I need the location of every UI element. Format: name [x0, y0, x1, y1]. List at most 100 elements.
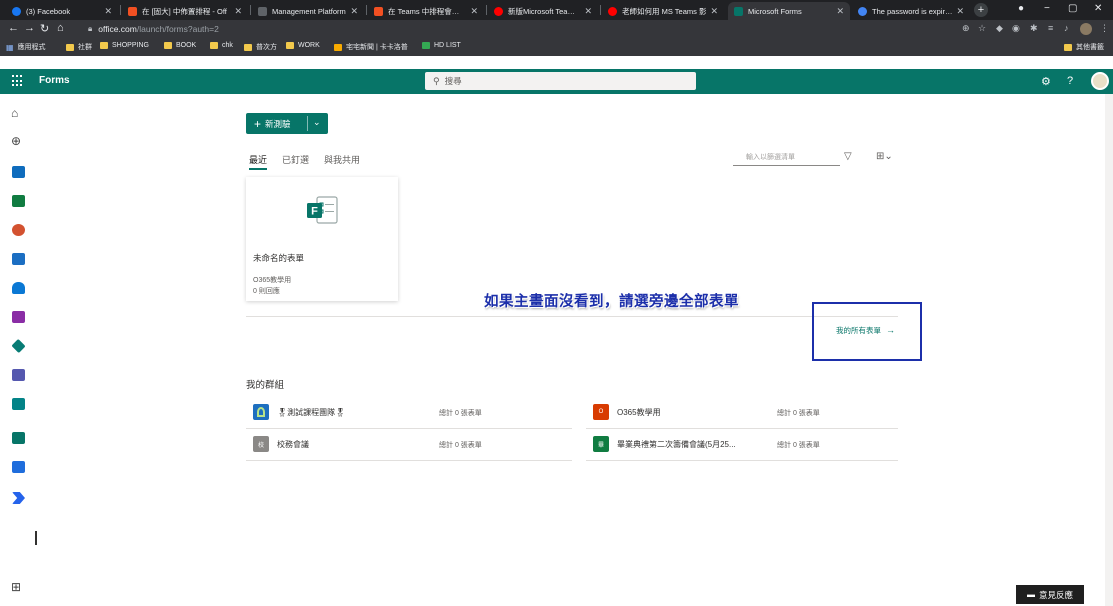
google-favicon-icon — [858, 6, 867, 16]
all-apps-icon[interactable]: ⊞ — [11, 580, 21, 594]
folder-icon — [286, 42, 294, 49]
form-response-count: 0 則回應 — [253, 288, 280, 295]
onenote-icon[interactable] — [12, 311, 25, 323]
bookmark-folder[interactable]: chk — [210, 42, 233, 49]
bookmark-star-icon[interactable]: ☆ — [978, 23, 986, 34]
lock-icon: 🔒︎ — [88, 24, 93, 33]
address-bar: ← → ↻ ⌂ 🔒︎ office.com/launch/forms?auth=… — [0, 20, 1113, 38]
reading-list-icon[interactable]: ≡ — [1048, 23, 1053, 33]
close-icon[interactable]: ✕ — [234, 6, 242, 17]
profile-avatar[interactable] — [1080, 23, 1092, 35]
filter-input[interactable]: 輸入以篩選清單 — [733, 151, 840, 166]
form-thumbnail: F — [246, 177, 398, 241]
group-row[interactable]: 🎖測試課程團隊🎖 總計 0 張表單 — [246, 397, 572, 429]
arrow-right-icon: → — [886, 325, 895, 335]
extension-icon[interactable]: ◉ — [1012, 23, 1020, 34]
tab-shared-with-me[interactable]: 與我共用 — [324, 153, 360, 166]
extensions-puzzle-icon[interactable]: ✱ — [1030, 23, 1038, 34]
office-icon[interactable] — [12, 224, 25, 236]
app-name[interactable]: Forms — [39, 75, 70, 86]
excel-icon[interactable] — [12, 195, 25, 207]
group-row[interactable]: 畢 畢業典禮第二次籌備會議(5月25... 總計 0 張表單 — [586, 429, 898, 461]
outlook-icon[interactable] — [12, 166, 25, 178]
folder-icon — [100, 42, 108, 49]
power-automate-icon[interactable] — [12, 492, 25, 504]
sharepoint-icon[interactable] — [12, 398, 25, 410]
my-groups-heading: 我的群組 — [246, 380, 285, 391]
tab-pinned[interactable]: 已釘選 — [282, 153, 309, 166]
extension-icon[interactable]: ◆ — [996, 23, 1003, 34]
browser-tab-active[interactable]: Microsoft Forms ✕ — [728, 2, 850, 20]
home-icon[interactable]: ⌂ — [11, 106, 18, 120]
page-scrollbar[interactable] — [1105, 94, 1113, 606]
site-icon — [334, 43, 342, 51]
forms-favicon-icon — [734, 6, 743, 16]
teams-icon[interactable] — [12, 369, 25, 381]
new-tab-button[interactable]: + — [974, 3, 988, 17]
close-icon[interactable]: ✕ — [836, 6, 844, 17]
feedback-button[interactable]: ▬ 意見反應 — [1016, 585, 1084, 604]
bookmark-link[interactable]: HD LIST — [422, 42, 461, 49]
close-icon[interactable]: ✕ — [584, 6, 592, 17]
button-divider — [307, 116, 308, 131]
form-card[interactable]: F 未命名的表單 O365教學用 0 則回應 — [246, 177, 398, 301]
bookmark-other-folder[interactable]: 其他書籤 — [1064, 42, 1104, 52]
group-row[interactable]: O O365教學用 總計 0 張表單 — [586, 397, 898, 429]
feedback-label: 意見反應 — [1038, 589, 1073, 600]
browser-tab[interactable]: 在 Teams 中排程會議 - Of ✕ — [368, 2, 484, 20]
close-icon[interactable]: ✕ — [470, 6, 478, 17]
word-icon[interactable] — [12, 253, 25, 265]
search-input[interactable]: ⚲ 搜尋 — [425, 72, 696, 90]
install-app-icon[interactable]: ⊕ — [962, 23, 970, 34]
forward-icon[interactable]: → — [24, 22, 35, 34]
maximize-icon[interactable]: ▢ — [1068, 3, 1077, 14]
onedrive-icon[interactable] — [12, 282, 25, 294]
close-icon[interactable]: ✕ — [104, 6, 112, 17]
app-launcher-waffle-icon[interactable] — [12, 75, 24, 87]
bookmark-folder[interactable]: WORK — [286, 42, 320, 49]
chevron-down-icon[interactable]: ⌄ — [313, 117, 321, 128]
browser-tab[interactable]: 老師如何用 MS Teams 影 ✕ — [602, 2, 724, 20]
create-icon[interactable]: ⊕ — [11, 134, 21, 148]
bookmark-link[interactable]: 宅宅新聞 | 卡卡洛普 — [334, 42, 408, 52]
folder-icon — [164, 42, 172, 49]
bookmark-folder[interactable]: BOOK — [164, 42, 196, 49]
browser-tab[interactable]: Management Platform ✕ — [252, 2, 364, 20]
settings-gear-icon[interactable]: ⚙ — [1041, 75, 1051, 88]
group-row[interactable]: 校 校務會議 總計 0 張表單 — [246, 429, 572, 461]
logo-icon — [257, 407, 265, 417]
url-field[interactable]: 🔒︎ office.com/launch/forms?auth=2 — [88, 22, 948, 36]
all-forms-link[interactable]: 我的所有表單 → — [836, 325, 895, 336]
user-avatar[interactable] — [1091, 72, 1109, 90]
close-icon[interactable]: ✕ — [956, 6, 964, 17]
minimize-icon[interactable]: − — [1044, 3, 1050, 14]
form-title[interactable]: 未命名的表單 — [253, 252, 304, 264]
bookmark-apps[interactable]: ▦ 應用程式 — [6, 42, 46, 52]
browser-tab[interactable]: The password is expired ✕ — [852, 2, 970, 20]
forms-header-bar: Forms ⚲ 搜尋 ⚙ ? — [0, 69, 1113, 94]
close-icon[interactable]: ✕ — [350, 6, 358, 17]
filter-icon[interactable]: ▽ — [844, 151, 852, 162]
bookmarks-bar: ▦ 應用程式 社群 SHOPPING BOOK chk 普次方 WORK 宅宅新… — [0, 38, 1113, 56]
bookmark-folder[interactable]: SHOPPING — [100, 42, 149, 49]
bookmark-folder[interactable]: 普次方 — [244, 42, 277, 52]
tab-recent[interactable]: 最近 — [249, 153, 267, 166]
sway-icon[interactable] — [12, 461, 25, 473]
help-icon[interactable]: ? — [1067, 75, 1073, 87]
view-toggle-icon[interactable]: ⊞⌄ — [876, 151, 893, 162]
home-icon[interactable]: ⌂ — [57, 22, 64, 34]
planner-icon[interactable] — [11, 338, 26, 354]
profile-icon[interactable]: ● — [1018, 3, 1024, 14]
reload-icon[interactable]: ↻ — [40, 22, 49, 35]
media-icon[interactable]: ♪ — [1064, 23, 1069, 33]
browser-tab[interactable]: 在 [固大] 中佈置排程 - Off ✕ — [122, 2, 248, 20]
menu-kebab-icon[interactable]: ⋮ — [1100, 23, 1109, 34]
close-icon[interactable]: ✕ — [710, 6, 718, 17]
bookmark-folder[interactable]: 社群 — [66, 42, 92, 52]
forms-icon[interactable] — [12, 432, 25, 444]
back-icon[interactable]: ← — [8, 22, 19, 34]
window-close-icon[interactable]: ✕ — [1094, 3, 1102, 14]
new-quiz-button[interactable]: + 新測驗 ⌄ — [246, 113, 328, 134]
browser-tab[interactable]: 新版Microsoft Teams-退| ✕ — [488, 2, 598, 20]
browser-tab[interactable]: (3) Facebook ✕ — [6, 2, 118, 20]
